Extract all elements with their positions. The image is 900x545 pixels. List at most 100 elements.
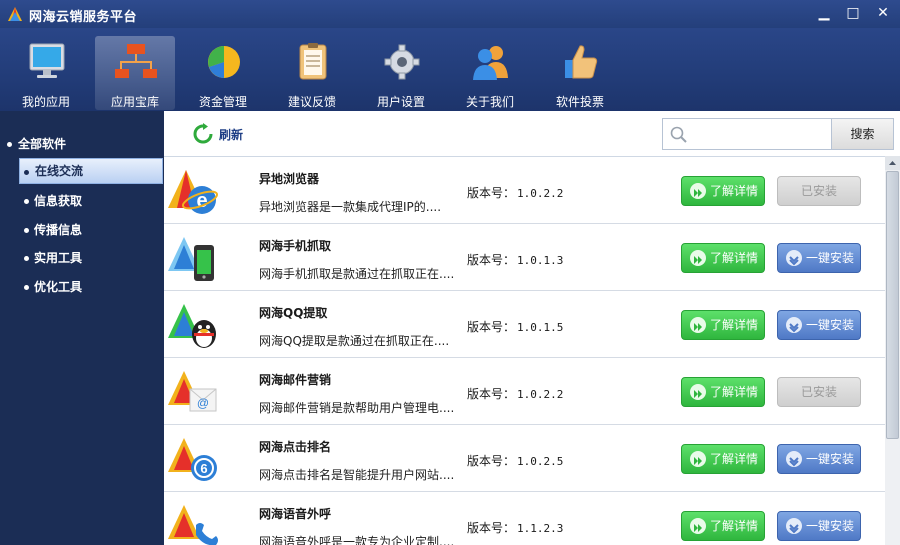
app-name: 网海手机抓取 — [259, 239, 332, 253]
toolbar-app-store[interactable]: 应用宝库 — [95, 36, 175, 110]
toolbar-my-apps[interactable]: 我的应用 — [6, 36, 86, 110]
toolbar-label: 关于我们 — [465, 95, 514, 109]
sidebar-item-label: 优化工具 — [34, 280, 83, 294]
search-field[interactable] — [662, 118, 832, 150]
toolbar-label: 软件投票 — [555, 95, 604, 109]
sidebar-item-utilities[interactable]: 实用工具 — [0, 245, 164, 271]
details-label: 了解详情 — [710, 452, 759, 466]
refresh-icon — [193, 123, 213, 144]
bullet-icon — [24, 256, 29, 261]
play-icon — [690, 250, 706, 266]
chevron-up-icon — [889, 161, 896, 165]
app-name: 异地浏览器 — [259, 172, 320, 186]
details-button[interactable]: 了解详情 — [681, 444, 765, 474]
scroll-up-button[interactable] — [885, 156, 900, 170]
pie-chart-icon — [208, 46, 240, 78]
toolbar-feedback[interactable]: 建议反馈 — [272, 36, 352, 110]
sidebar-item-info-fetch[interactable]: 信息获取 — [0, 188, 164, 214]
sidebar-item-label: 实用工具 — [34, 251, 83, 265]
app-name: 网海语音外呼 — [259, 507, 332, 521]
install-button[interactable]: 一键安装 — [777, 310, 861, 340]
details-button[interactable]: 了解详情 — [681, 511, 765, 541]
play-icon — [690, 183, 706, 199]
app-description: 异地浏览器是一款集成代理IP的.... — [259, 200, 442, 214]
list-item[interactable]: 网海手机抓取 网海手机抓取是款通过在抓取正在.... 版本号： 1.0.1.3 了… — [164, 224, 885, 291]
version-value: 1.0.1.5 — [517, 321, 564, 334]
details-button[interactable]: 了解详情 — [681, 377, 765, 407]
list-item[interactable]: 网海语音外呼 网海语音外呼是一款专为企业定制.... 版本号： 1.1.2.3 了… — [164, 492, 885, 545]
monitor-icon — [29, 43, 65, 78]
list-item[interactable]: e 异地浏览器 异地浏览器是一款集成代理IP的.... 版本号： 1.0.2.2 … — [164, 157, 885, 224]
chevron-down-icon — [786, 250, 802, 266]
toolbar-label: 应用宝库 — [110, 95, 159, 109]
close-button[interactable]: ✕ — [871, 3, 895, 23]
play-icon — [690, 384, 706, 400]
details-button[interactable]: 了解详情 — [681, 310, 765, 340]
category-sidebar: 全部软件 在线交流 信息获取 传播信息 实用工具 优化工具 — [0, 111, 164, 545]
sidebar-item-spread-info[interactable]: 传播信息 — [0, 217, 164, 243]
vertical-scrollbar[interactable] — [885, 156, 900, 545]
maximize-button[interactable]: □ — [841, 3, 865, 23]
chevron-down-icon — [786, 317, 802, 333]
toolbar-vote[interactable]: 软件投票 — [540, 36, 620, 110]
chevron-down-icon — [786, 518, 802, 534]
version-label: 版本号： — [467, 320, 516, 334]
play-icon — [690, 317, 706, 333]
version-value: 1.1.2.3 — [517, 522, 564, 535]
installed-button: 已安装 — [777, 176, 861, 206]
toolbar-funds[interactable]: 资金管理 — [183, 36, 263, 110]
app-version: 版本号： 1.0.2.5 — [467, 452, 563, 469]
sidebar-item-online-chat[interactable]: 在线交流 — [19, 158, 163, 184]
version-label: 版本号： — [467, 454, 516, 468]
list-item[interactable]: 6 网海点击排名 网海点击排名是智能提升用户网站.... 版本号： 1.0.2.5… — [164, 425, 885, 492]
toolbar-label: 建议反馈 — [287, 95, 336, 109]
bullet-icon — [24, 199, 29, 204]
network-icon — [115, 44, 157, 78]
app-description: 网海邮件营销是款帮助用户管理电.... — [259, 401, 455, 415]
toolbar-label: 用户设置 — [376, 95, 425, 109]
sidebar-item-optimize[interactable]: 优化工具 — [0, 274, 164, 300]
install-button[interactable]: 一键安装 — [777, 243, 861, 273]
details-button[interactable]: 了解详情 — [681, 176, 765, 206]
app-description: 网海点击排名是智能提升用户网站.... — [259, 468, 455, 482]
bullet-icon — [24, 170, 29, 175]
app-version: 版本号： 1.0.2.2 — [467, 184, 563, 201]
scroll-thumb[interactable] — [886, 171, 899, 439]
users-icon — [473, 46, 508, 80]
sidebar-root-all-software[interactable]: 全部软件 — [0, 131, 164, 157]
app-name: 网海点击排名 — [259, 440, 332, 454]
toolbar-about-us[interactable]: 关于我们 — [450, 36, 530, 110]
install-button[interactable]: 一键安装 — [777, 511, 861, 541]
app-description: 网海语音外呼是一款专为企业定制.... — [259, 535, 455, 545]
app-version: 版本号： 1.0.1.5 — [467, 318, 563, 335]
app-description: 网海QQ提取是款通过在抓取正在.... — [259, 334, 450, 348]
clipboard-icon — [299, 43, 327, 80]
main-toolbar: 我的应用 应用宝库 资金管理 建议反馈 用户设置 关于我们 软件投票 — [0, 28, 900, 111]
details-button[interactable]: 了解详情 — [681, 243, 765, 273]
app-list: e 异地浏览器 异地浏览器是一款集成代理IP的.... 版本号： 1.0.2.2 … — [164, 156, 885, 545]
email-icon: @ — [168, 371, 217, 412]
minimize-button[interactable]: ▁ — [812, 3, 836, 23]
app-name: 网海邮件营销 — [259, 373, 332, 387]
app-version: 版本号： 1.0.2.2 — [467, 385, 563, 402]
list-item[interactable]: @ 网海邮件营销 网海邮件营销是款帮助用户管理电.... 版本号： 1.0.2.2… — [164, 358, 885, 425]
sidebar-root-label: 全部软件 — [18, 137, 67, 151]
main-panel: 刷新 搜索 e 异地浏览器 异地浏览器是一款集成代理IP的.... 版本号： 1.… — [164, 111, 900, 545]
sidebar-item-label: 信息获取 — [34, 194, 83, 208]
install-label: 一键安装 — [806, 318, 855, 332]
browser-e-icon: e — [168, 170, 219, 214]
toolbar-label: 我的应用 — [21, 95, 70, 109]
list-item[interactable]: 网海QQ提取 网海QQ提取是款通过在抓取正在.... 版本号： 1.0.1.5 了… — [164, 291, 885, 358]
version-label: 版本号： — [467, 387, 516, 401]
click-rank-icon: 6 — [168, 438, 217, 481]
details-label: 了解详情 — [710, 318, 759, 332]
app-version: 版本号： 1.1.2.3 — [467, 519, 563, 536]
qq-penguin-icon — [168, 304, 216, 348]
search-input[interactable] — [693, 123, 827, 145]
chevron-down-icon — [786, 451, 802, 467]
version-label: 版本号： — [467, 521, 516, 535]
version-value: 1.0.2.2 — [517, 388, 564, 401]
install-button[interactable]: 一键安装 — [777, 444, 861, 474]
toolbar-user-settings[interactable]: 用户设置 — [361, 36, 441, 110]
search-button[interactable]: 搜索 — [831, 118, 894, 150]
